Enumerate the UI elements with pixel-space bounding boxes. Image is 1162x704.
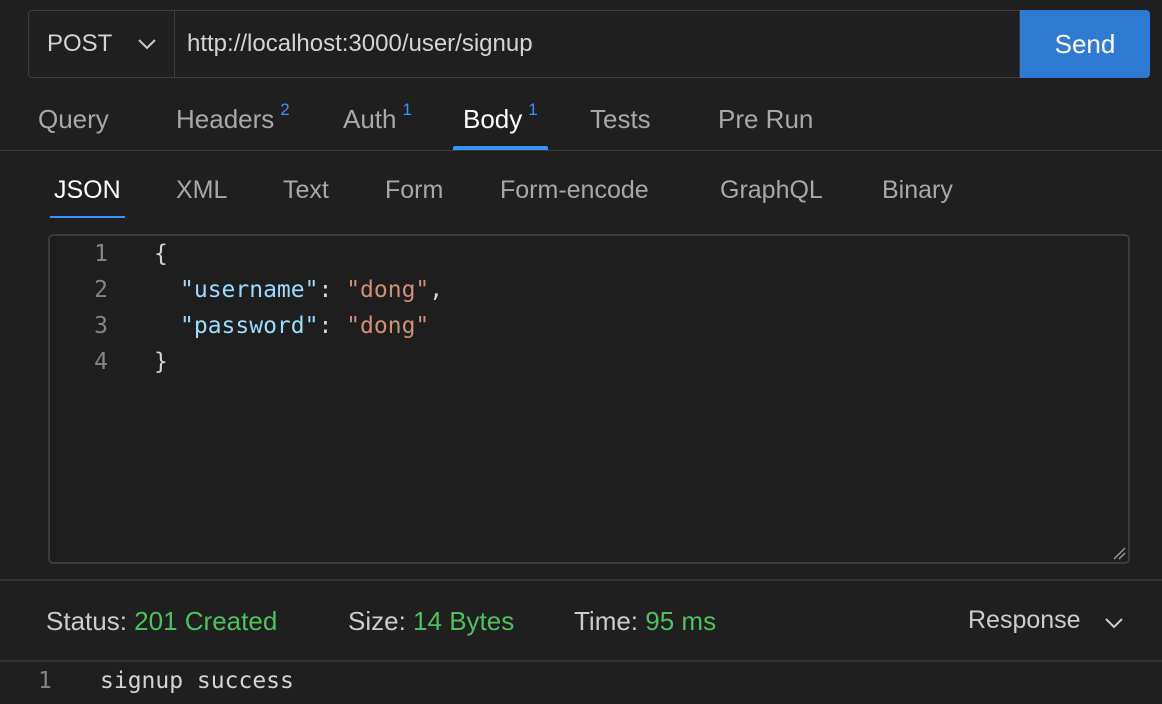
line-number: 1 xyxy=(94,241,108,267)
body-tab-form-encode[interactable]: Form-encode xyxy=(500,176,649,205)
body-tab-graphql[interactable]: GraphQL xyxy=(720,176,823,205)
code-text: "username": "dong", xyxy=(180,277,443,303)
body-tab-form[interactable]: Form xyxy=(385,176,443,205)
response-status-bar: Status: 201 Created Size: 14 Bytes Time:… xyxy=(0,598,1162,644)
json-colon: : xyxy=(318,277,347,303)
body-tab-binary[interactable]: Binary xyxy=(882,176,953,205)
time-stat: Time: 95 ms xyxy=(574,606,716,637)
code-line: 4 } xyxy=(50,344,1128,380)
body-tab-json[interactable]: JSON xyxy=(50,176,125,218)
code-line: 1 { xyxy=(50,236,1128,272)
json-key: "password" xyxy=(180,313,319,339)
time-value: 95 ms xyxy=(645,606,717,636)
tab-badge: 1 xyxy=(528,100,538,119)
tab-pre-run[interactable]: Pre Run xyxy=(718,90,813,150)
json-value: "dong" xyxy=(346,313,430,339)
json-key: "username" xyxy=(180,277,319,303)
response-body: 1 signup success xyxy=(0,664,1162,698)
response-view-select[interactable]: Response xyxy=(968,606,1123,635)
line-number: 2 xyxy=(94,277,108,303)
size-label: Size: xyxy=(348,606,406,636)
time-label: Time: xyxy=(574,606,639,636)
tab-label: Body xyxy=(463,104,523,134)
response-view-label: Response xyxy=(968,606,1081,634)
line-number: 4 xyxy=(94,349,108,375)
tab-label: Auth xyxy=(343,104,397,134)
tab-label: Tests xyxy=(590,104,651,134)
size-stat: Size: 14 Bytes xyxy=(348,606,514,637)
json-body-editor[interactable]: 1 { 2 "username": "dong", 3 "password": … xyxy=(48,234,1130,564)
tab-body[interactable]: Body 1 xyxy=(453,90,548,150)
method-label: POST xyxy=(47,30,113,57)
chevron-down-icon xyxy=(138,39,156,50)
chevron-down-icon xyxy=(1105,618,1123,629)
body-tab-xml[interactable]: XML xyxy=(176,176,227,205)
status-value: 201 Created xyxy=(134,606,278,636)
tab-label: Query xyxy=(38,104,109,134)
code-text: { xyxy=(154,241,168,267)
tab-badge: 1 xyxy=(402,100,412,119)
line-number: 1 xyxy=(38,668,52,694)
json-colon: : xyxy=(318,313,347,339)
code-line: 2 "username": "dong", xyxy=(50,272,1128,308)
tab-auth[interactable]: Auth 1 xyxy=(343,90,412,150)
json-value: "dong" xyxy=(346,277,430,303)
json-comma: , xyxy=(429,277,444,303)
code-text: } xyxy=(154,349,168,375)
send-button[interactable]: Send xyxy=(1020,10,1150,78)
url-input[interactable]: http://localhost:3000/user/signup xyxy=(174,10,1020,78)
status-label: Status: xyxy=(46,606,127,636)
line-number: 3 xyxy=(94,313,108,339)
size-value: 14 Bytes xyxy=(413,606,515,636)
status-stat: Status: 201 Created xyxy=(46,606,277,637)
tab-label: Pre Run xyxy=(718,104,814,134)
tab-query[interactable]: Query xyxy=(38,90,109,150)
tab-tests[interactable]: Tests xyxy=(590,90,651,150)
response-text: signup success xyxy=(100,668,294,694)
code-line: 3 "password": "dong" xyxy=(50,308,1128,344)
divider xyxy=(0,660,1162,662)
request-tabs: Query Headers 2 Auth 1 Body 1 Tests Pre Run xyxy=(0,90,1162,151)
body-tab-text[interactable]: Text xyxy=(283,176,329,205)
tab-badge: 2 xyxy=(280,100,290,119)
body-format-tabs: JSON XML Text Form Form-encode GraphQL B… xyxy=(0,166,1162,222)
tab-label: Headers xyxy=(176,104,275,134)
method-select[interactable]: POST xyxy=(28,10,174,78)
divider xyxy=(0,579,1162,581)
request-bar: POST http://localhost:3000/user/signup S… xyxy=(28,10,1150,78)
resize-handle-icon[interactable] xyxy=(1112,546,1126,560)
url-text: http://localhost:3000/user/signup xyxy=(187,30,533,57)
tab-headers[interactable]: Headers 2 xyxy=(176,90,290,150)
code-text: "password": "dong" xyxy=(180,313,429,339)
